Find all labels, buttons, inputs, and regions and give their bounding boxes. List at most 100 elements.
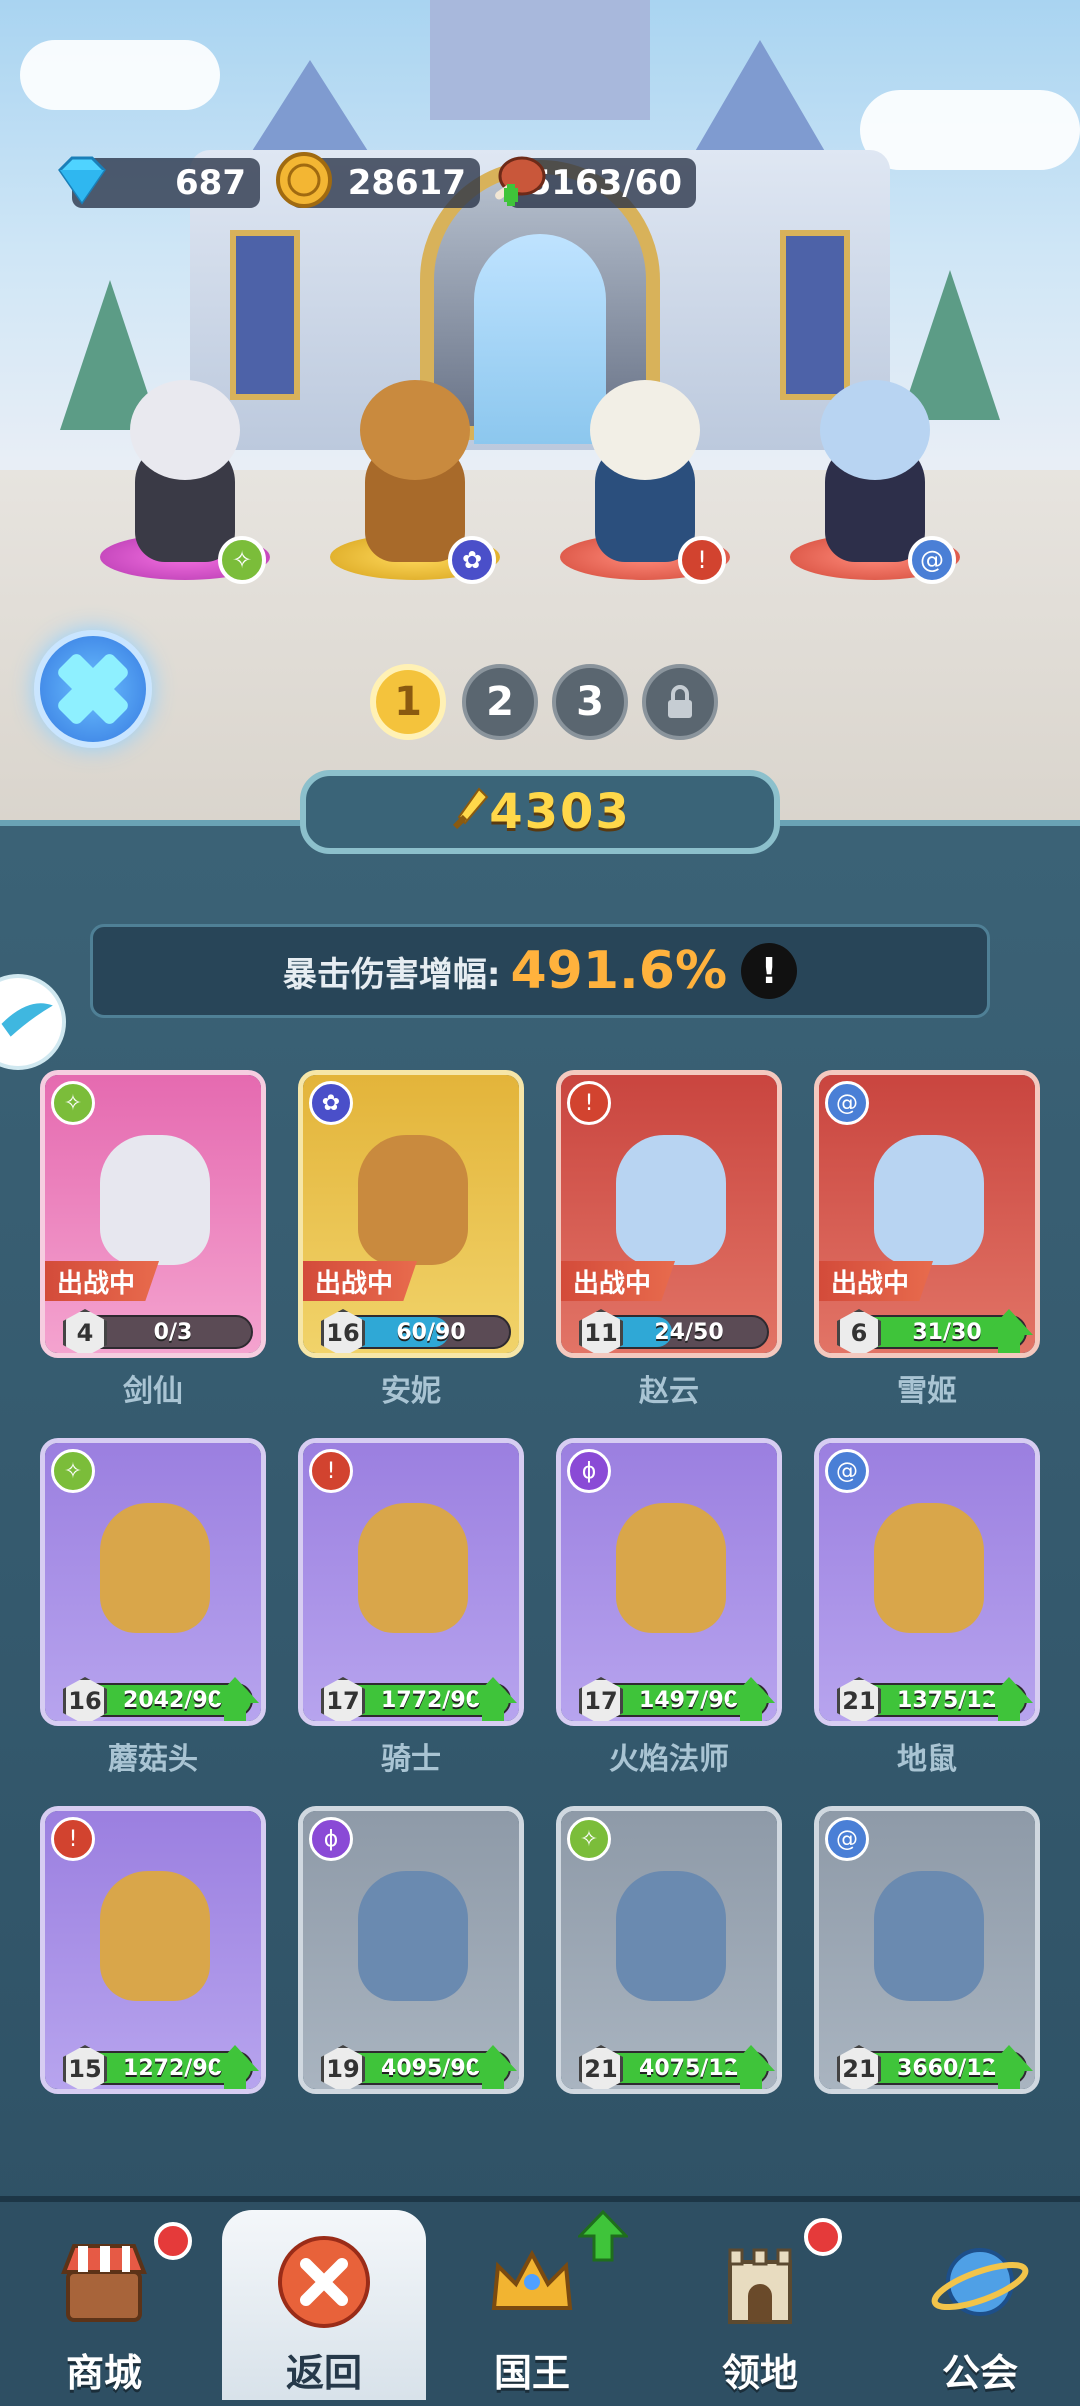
crit-bonus-bar: 暴击伤害增幅: 491.6% ! [90, 924, 990, 1018]
deployed-tag: 出战中 [819, 1261, 934, 1301]
spiral-icon: @ [825, 1081, 869, 1125]
castle-icon [728, 2248, 792, 2324]
hero-card[interactable]: ✧ 出战中 4 0/3 [40, 1070, 266, 1358]
crit-value: 491.6% [510, 941, 728, 1001]
hero-card[interactable]: ✧ 21 4075/12 [556, 1806, 782, 2094]
sword-icon: ! [678, 536, 726, 584]
team-switch-button[interactable] [34, 630, 152, 748]
crown-icon [491, 2249, 573, 2310]
close-icon [278, 2236, 370, 2328]
sword-icon: ! [309, 1449, 353, 1493]
crit-label: 暴击伤害增幅: [282, 954, 501, 995]
team-tab-3[interactable]: 3 [552, 664, 628, 740]
hero-portrait [616, 1871, 726, 2001]
stage-hero-xueji[interactable]: @ [790, 380, 960, 584]
upgrade-arrow-icon [985, 1677, 1033, 1721]
sword-icon: ! [51, 1817, 95, 1861]
hero-card-name: 地鼠 [897, 1742, 957, 1777]
castle-banner [230, 230, 300, 400]
hero-card[interactable]: ✿ 出战中 16 60/90 [298, 1070, 524, 1358]
stage-hero-annie[interactable]: ✿ [330, 380, 500, 584]
shop-notification-dot [154, 2222, 192, 2260]
wind-icon: ✧ [51, 1449, 95, 1493]
hero-card[interactable]: @ 出战中 6 31/30 [814, 1070, 1040, 1358]
hero-card-name: 蘑菇头 [108, 1742, 198, 1777]
wand-icon: ϕ [567, 1449, 611, 1493]
wand-icon: ϕ [309, 1817, 353, 1861]
wind-icon: ✧ [218, 536, 266, 584]
hero-card-name: 剑仙 [123, 1374, 183, 1409]
nav-back[interactable]: 返回 [224, 2224, 424, 2400]
nav-guild[interactable]: 公会 [880, 2224, 1080, 2400]
cloud [20, 40, 220, 110]
team-power-banner: 4303 [300, 770, 780, 854]
castle-center-tower [430, 0, 650, 120]
hero-card-name: 骑士 [381, 1742, 441, 1777]
level-progress-bar: 16 60/90 [321, 1309, 511, 1353]
hero-portrait [100, 1135, 210, 1265]
hero-card-name: 赵云 [639, 1374, 699, 1409]
spiral-icon: @ [908, 536, 956, 584]
hero-portrait [100, 1871, 210, 2001]
shop-icon [61, 2244, 147, 2322]
upgrade-arrow-icon [469, 1677, 517, 1721]
spiral-icon: @ [825, 1449, 869, 1493]
stamina-value: 5163/60 [527, 163, 682, 203]
planet-icon [931, 2248, 1029, 2316]
upgrade-arrow-icon [985, 1309, 1033, 1353]
hero-card[interactable]: ! 15 1272/90 [40, 1806, 266, 2094]
stage-hero-zhaoyun[interactable]: ! [560, 380, 730, 584]
castle-tower-roof [690, 40, 830, 160]
hero-card[interactable]: ϕ 19 4095/90 [298, 1806, 524, 2094]
hero-portrait [358, 1871, 468, 2001]
hero-portrait [358, 1503, 468, 1633]
team-tab-locked[interactable] [642, 664, 718, 740]
side-float-widget[interactable] [0, 974, 66, 1070]
upgrade-arrow-icon [469, 2045, 517, 2089]
hero-card[interactable]: @21 3660/12 [814, 1806, 1040, 2094]
nav-back-label: 返回 [285, 2351, 362, 2395]
gem-icon [58, 156, 106, 205]
coins-value: 28617 [347, 163, 466, 203]
coin-icon [276, 152, 332, 208]
gems-value: 687 [175, 163, 246, 203]
deployed-tag: 出战中 [45, 1261, 160, 1301]
hero-card[interactable]: ϕ 17 1497/90 [556, 1438, 782, 1726]
hero-card[interactable]: ! 17 1772/90 [298, 1438, 524, 1726]
hero-card[interactable]: ✧ 16 2042/90 [40, 1438, 266, 1726]
lock-icon [668, 685, 692, 718]
level-progress-text: 24/50 [654, 1319, 724, 1345]
paw-icon: ✿ [309, 1081, 353, 1125]
paw-icon: ✿ [448, 536, 496, 584]
hero-card[interactable]: @21 1375/12 [814, 1438, 1040, 1726]
hero-portrait [100, 1503, 210, 1633]
deployed-tag: 出战中 [561, 1261, 676, 1301]
hero-portrait [616, 1135, 726, 1265]
level-progress-text: 0/3 [153, 1319, 193, 1345]
upgrade-arrow-icon [727, 1677, 775, 1721]
nav-king-label: 国王 [493, 2351, 570, 2395]
upgrade-arrow-icon [578, 2210, 628, 2262]
sword-icon: ! [567, 1081, 611, 1125]
nav-shop-label: 商城 [65, 2351, 142, 2395]
hero-card-name: 安妮 [381, 1374, 441, 1409]
stage-hero-jianxian[interactable]: ✧ [100, 380, 270, 584]
team-power-value: 4303 [489, 784, 631, 840]
hero-portrait [874, 1503, 984, 1633]
territory-notification-dot [804, 2218, 842, 2256]
cloud [860, 90, 1080, 170]
crit-info-button[interactable]: ! [741, 943, 798, 999]
team-tab-2[interactable]: 2 [462, 664, 538, 740]
team-tab-1[interactable]: 1 [370, 664, 446, 740]
upgrade-arrow-icon [985, 2045, 1033, 2089]
wind-icon: ✧ [567, 1817, 611, 1861]
wing-icon [1, 1003, 53, 1037]
hero-card-name: 火焰法师 [609, 1742, 729, 1777]
wind-icon: ✧ [51, 1081, 95, 1125]
hero-portrait [874, 1135, 984, 1265]
spiral-icon: @ [825, 1817, 869, 1861]
dpad-icon [58, 654, 128, 724]
hero-card[interactable]: ! 出战中 11 24/50 [556, 1070, 782, 1358]
nav-territory-label: 领地 [721, 2351, 798, 2395]
hero-card-name: 雪姬 [897, 1374, 957, 1409]
